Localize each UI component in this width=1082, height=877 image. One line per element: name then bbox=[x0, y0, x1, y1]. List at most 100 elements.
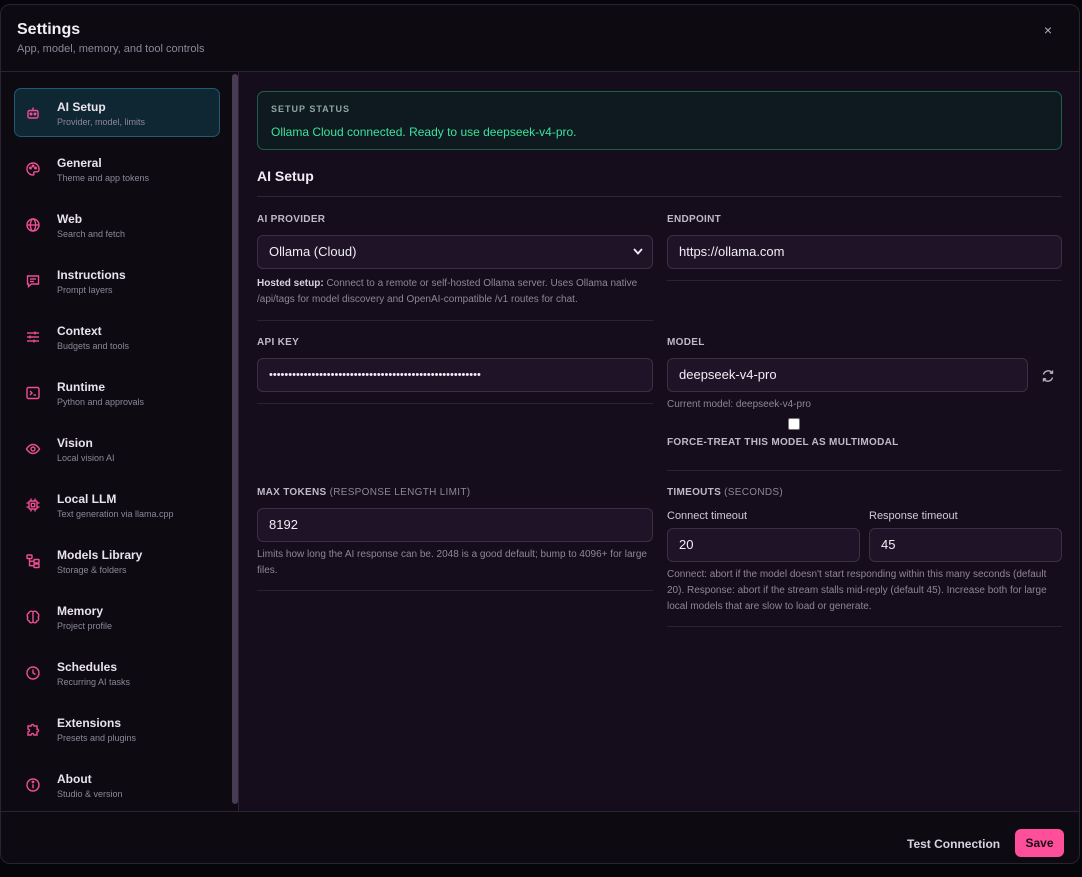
clock-icon bbox=[25, 665, 41, 681]
sidebar-item-desc: Prompt layers bbox=[57, 285, 113, 295]
sidebar-item-desc: Python and approvals bbox=[57, 397, 145, 407]
sidebar-item-label: General bbox=[57, 156, 102, 170]
folder-tree-icon bbox=[25, 553, 41, 569]
sidebar-scrollbar[interactable] bbox=[232, 74, 238, 804]
message-icon bbox=[25, 273, 41, 289]
max-tokens-help: Limits how long the AI response can be. … bbox=[257, 549, 647, 576]
divider bbox=[257, 403, 653, 404]
max-tokens-value: 8192 bbox=[269, 517, 298, 532]
timeouts-label: TIMEOUTS (SECONDS) bbox=[667, 487, 783, 498]
sidebar-item-instructions[interactable]: Instructions Prompt layers bbox=[14, 256, 220, 305]
sidebar-item-general[interactable]: General Theme and app tokens bbox=[14, 144, 220, 193]
connect-timeout-input[interactable]: 20 bbox=[667, 528, 860, 562]
sliders-icon bbox=[25, 329, 41, 345]
provider-select[interactable]: Ollama (Cloud) bbox=[257, 235, 653, 269]
close-button[interactable]: × bbox=[1039, 21, 1057, 39]
endpoint-input[interactable]: https://ollama.com bbox=[667, 235, 1062, 269]
sidebar-item-label: Web bbox=[57, 212, 83, 226]
model-value: deepseek-v4-pro bbox=[679, 367, 777, 382]
endpoint-value: https://ollama.com bbox=[679, 244, 785, 259]
multimodal-label: FORCE-TREAT THIS MODEL AS MULTIMODAL bbox=[667, 437, 899, 448]
sidebar-item-label: Memory bbox=[57, 604, 104, 618]
status-title: SETUP STATUS bbox=[271, 104, 351, 114]
max-tokens-label-muted: (RESPONSE LENGTH LIMIT) bbox=[326, 487, 471, 498]
refresh-models-button[interactable] bbox=[1037, 365, 1059, 387]
sidebar-item-desc: Budgets and tools bbox=[57, 341, 130, 351]
sidebar-item-label: AI Setup bbox=[57, 100, 106, 114]
sidebar-item-vision[interactable]: Vision Local vision AI bbox=[14, 424, 220, 473]
sidebar-item-desc: Theme and app tokens bbox=[57, 173, 150, 183]
sidebar-item-desc: Search and fetch bbox=[57, 229, 126, 239]
sidebar-item-desc: Studio & version bbox=[57, 789, 123, 799]
timeouts-label-text: TIMEOUTS bbox=[667, 487, 722, 498]
divider bbox=[257, 590, 653, 591]
close-icon: × bbox=[1043, 22, 1053, 38]
provider-help: Hosted setup: Connect to a remote or sel… bbox=[257, 276, 657, 308]
sidebar-item-label: About bbox=[57, 772, 92, 786]
provider-help-bold: Hosted setup: bbox=[257, 278, 324, 289]
sidebar-item-local-llm[interactable]: Local LLM Text generation via llama.cpp bbox=[14, 480, 220, 529]
max-tokens-input[interactable]: 8192 bbox=[257, 508, 653, 542]
sidebar-item-web[interactable]: Web Search and fetch bbox=[14, 200, 220, 249]
sidebar-item-extensions[interactable]: Extensions Presets and plugins bbox=[14, 704, 220, 753]
provider-value: Ollama (Cloud) bbox=[269, 244, 357, 259]
provider-label: AI PROVIDER bbox=[257, 214, 326, 225]
sidebar-item-desc: Presets and plugins bbox=[57, 733, 137, 743]
model-input[interactable]: deepseek-v4-pro bbox=[667, 358, 1028, 392]
divider bbox=[667, 470, 1062, 471]
eye-icon bbox=[25, 441, 41, 457]
divider bbox=[667, 280, 1062, 281]
sidebar-item-desc: Local vision AI bbox=[57, 453, 115, 463]
connect-timeout-label: Connect timeout bbox=[667, 510, 748, 522]
response-timeout-value: 45 bbox=[881, 537, 896, 552]
max-tokens-label: MAX TOKENS (RESPONSE LENGTH LIMIT) bbox=[257, 487, 470, 498]
chip-icon bbox=[25, 497, 41, 513]
settings-modal: Settings App, model, memory, and tool co… bbox=[0, 4, 1080, 864]
page-title: Settings bbox=[17, 21, 81, 38]
terminal-icon bbox=[25, 385, 41, 401]
endpoint-label: ENDPOINT bbox=[667, 214, 722, 225]
api-key-label: API KEY bbox=[257, 337, 300, 348]
divider bbox=[257, 320, 653, 321]
sidebar-item-runtime[interactable]: Runtime Python and approvals bbox=[14, 368, 220, 417]
response-timeout-input[interactable]: 45 bbox=[869, 528, 1062, 562]
sidebar-item-label: Extensions bbox=[57, 716, 122, 730]
sidebar-item-desc: Text generation via llama.cpp bbox=[57, 509, 174, 519]
robot-icon bbox=[25, 105, 41, 121]
timeouts-label-muted: (SECONDS) bbox=[721, 487, 783, 498]
sidebar-item-label: Models Library bbox=[57, 548, 143, 562]
palette-icon bbox=[25, 161, 41, 177]
sidebar-item-models-library[interactable]: Models Library Storage & folders bbox=[14, 536, 220, 585]
info-icon bbox=[25, 777, 41, 793]
sidebar-item-memory[interactable]: Memory Project profile bbox=[14, 592, 220, 641]
sidebar-item-label: Local LLM bbox=[57, 492, 117, 506]
section-title: AI Setup bbox=[257, 168, 314, 184]
max-tokens-label-text: MAX TOKENS bbox=[257, 487, 327, 498]
sidebar-item-desc: Project profile bbox=[57, 621, 113, 631]
sidebar-item-desc: Recurring AI tasks bbox=[57, 677, 131, 687]
page-subtitle: App, model, memory, and tool controls bbox=[17, 43, 205, 55]
save-button[interactable]: Save bbox=[1015, 829, 1064, 857]
sidebar-item-ai-setup[interactable]: AI Setup Provider, model, limits bbox=[14, 88, 220, 137]
modal-footer: Test Connection Save bbox=[1, 811, 1079, 863]
refresh-icon bbox=[1037, 370, 1059, 391]
setup-status-box: SETUP STATUS Ollama Cloud connected. Rea… bbox=[257, 91, 1062, 150]
puzzle-icon bbox=[25, 721, 41, 737]
sidebar-item-about[interactable]: About Studio & version bbox=[14, 760, 220, 809]
sidebar-item-label: Instructions bbox=[57, 268, 126, 282]
multimodal-checkbox[interactable] bbox=[788, 418, 800, 430]
test-connection-button[interactable]: Test Connection bbox=[907, 837, 1000, 851]
brain-icon bbox=[25, 609, 41, 625]
api-key-input[interactable]: ••••••••••••••••••••••••••••••••••••••••… bbox=[257, 358, 653, 392]
globe-icon bbox=[25, 217, 41, 233]
chevron-down-icon bbox=[632, 236, 644, 280]
sidebar-item-schedules[interactable]: Schedules Recurring AI tasks bbox=[14, 648, 220, 697]
modal-header: Settings App, model, memory, and tool co… bbox=[1, 5, 1079, 72]
sidebar-item-label: Vision bbox=[57, 436, 93, 450]
section-divider bbox=[257, 196, 1062, 197]
model-label: MODEL bbox=[667, 337, 705, 348]
current-model-text: Current model: deepseek-v4-pro bbox=[667, 399, 811, 410]
sidebar-item-desc: Provider, model, limits bbox=[57, 117, 146, 127]
response-timeout-label: Response timeout bbox=[869, 510, 958, 522]
sidebar-item-context[interactable]: Context Budgets and tools bbox=[14, 312, 220, 361]
